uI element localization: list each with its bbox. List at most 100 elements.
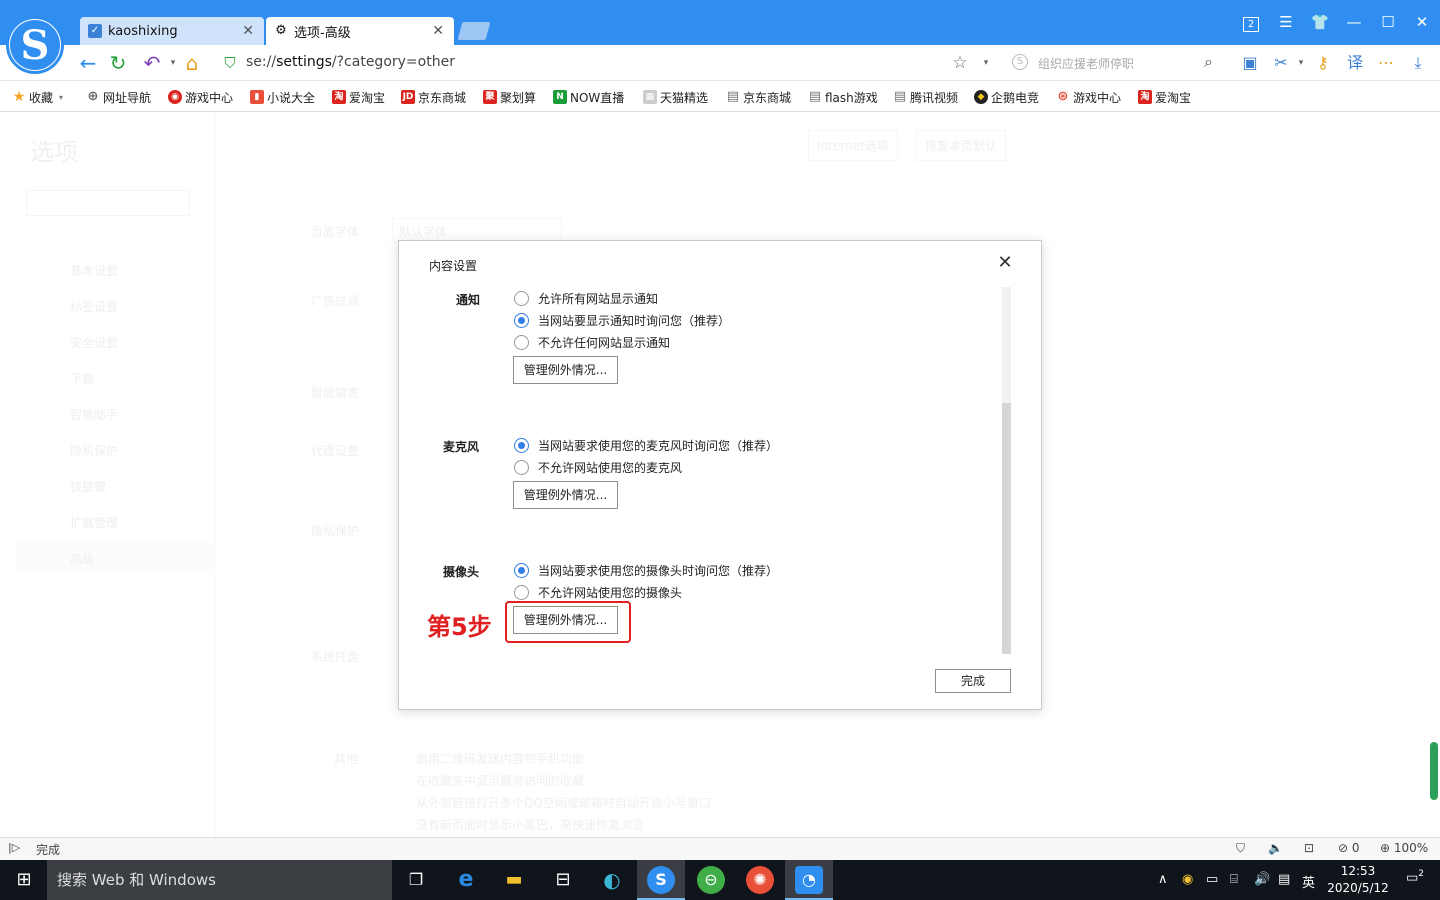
menu-icon[interactable]: ☰ [1274,10,1298,34]
search-input[interactable]: S 组织应援老师停职 ⌕ [1010,52,1224,74]
chevron-down-icon[interactable]: ▾ [974,51,998,75]
color-wheel-app-icon[interactable]: ✺ [746,866,774,894]
bookmark-item[interactable]: ▦ 天猫精选 [643,88,708,106]
message-icon[interactable]: ▤ [1278,872,1290,887]
radio-camera-ask[interactable]: 当网站要求使用您的摄像头时询问您（推荐） [514,561,778,579]
notification-count: 2 [1418,869,1425,879]
bookmark-item[interactable]: ◆ 企鹅电竞 [974,88,1039,106]
more-icon[interactable]: ⋯ [1376,53,1396,73]
sogou-browser-icon[interactable]: S [647,866,675,894]
volume-icon[interactable]: 🔊 [1254,872,1270,887]
radio-camera-block[interactable]: 不允许网站使用您的摄像头 [514,583,682,601]
bookmark-favorites[interactable]: ★ 收藏 ▾ [12,88,63,106]
radio-mic-block[interactable]: 不允许网站使用您的麦克风 [514,458,682,476]
tab-label: kaoshixing [108,23,178,39]
star-icon[interactable]: ☆ [948,51,972,75]
now-icon: N [553,90,567,104]
translate-icon[interactable]: 译 [1345,53,1365,73]
new-tab-button[interactable] [457,22,491,40]
bookmark-item[interactable]: 淘 爱淘宝 [332,88,385,106]
lock-icon[interactable]: ⊡ [1304,841,1314,855]
bookmark-item[interactable]: 淘 爱淘宝 [1138,88,1191,106]
tray-app-icon[interactable]: ◉ [1182,872,1193,887]
windows-start-icon[interactable]: ⊞ [10,866,38,894]
bookmark-item[interactable]: JD 京东商城 [401,88,466,106]
security-shield-icon[interactable]: ⛉ [218,51,242,75]
ie-edge-icon[interactable]: e [452,866,480,894]
gear-icon: ⚙ [275,23,287,38]
screenshot-scissors-icon[interactable]: ✂ [1271,53,1291,73]
chevron-up-icon[interactable]: ∧ [1158,872,1168,887]
notification-center-icon[interactable]: ▭2 [1406,869,1424,885]
radio-notify-block[interactable]: 不允许任何网站显示通知 [514,333,670,351]
task-view-icon[interactable]: ❐ [402,866,430,894]
bookmark-label: 企鹅电竞 [991,90,1040,105]
green-app-icon[interactable]: ⊖ [697,866,725,894]
radio-mic-ask[interactable]: 当网站要求使用您的麦克风时询问您（推荐） [514,436,778,454]
page-scrollbar[interactable] [1430,742,1438,800]
bookmark-item[interactable]: ▤ 腾讯视频 [893,88,958,106]
manage-exceptions-notifications-button[interactable]: 管理例外情况... [513,356,618,384]
edge-icon[interactable]: ◐ [598,866,626,894]
bookmarks-bar: ★ 收藏 ▾ ⊕ 网址导航 ◉ 游戏中心 ▮ 小说大全 淘 爱淘宝 JD 京东商… [0,81,1440,112]
bookmark-item[interactable]: ⊛ 游戏中心 [1056,88,1121,106]
back-arrow-icon[interactable]: ← [76,51,100,75]
maximize-icon[interactable]: ☐ [1376,10,1400,34]
close-tab-icon[interactable]: ✕ [242,23,254,39]
ime-indicator[interactable]: 英 [1302,872,1315,891]
bookmark-item[interactable]: 聚 聚划算 [483,88,536,106]
dialog-scrollbar-thumb[interactable] [1002,403,1011,654]
radio-notify-allow[interactable]: 允许所有网站显示通知 [514,289,658,307]
minimize-icon[interactable]: — [1342,10,1366,34]
file-explorer-icon[interactable]: ▬ [500,866,528,894]
zoom-level[interactable]: ⊕ 100% [1380,841,1428,855]
radio-button-selected[interactable] [514,312,529,328]
sidebar-toggle-icon[interactable]: |▷ [8,841,20,854]
bookmark-item[interactable]: ⊕ 网址导航 [86,88,151,106]
bookmark-item[interactable]: ▤ flash游戏 [808,88,878,106]
radio-button[interactable] [514,459,529,475]
sogou-browser-logo[interactable]: S [6,16,64,74]
store-icon[interactable]: ⊟ [549,866,577,894]
bookmark-item[interactable]: ▮ 小说大全 [250,88,315,106]
taskbar-search-input[interactable]: 搜索 Web 和 Windows [47,860,392,900]
radio-button[interactable] [514,334,529,350]
radio-button-selected[interactable] [514,562,529,578]
skin-icon[interactable]: 👕 [1308,10,1332,34]
bookmark-label: 京东商城 [743,90,792,105]
extension-icon[interactable]: ▣ [1240,53,1260,73]
radio-button[interactable] [514,584,529,600]
tab-settings-advanced[interactable]: ⚙ 选项-高级 ✕ [266,17,454,45]
network-icon[interactable]: ⌸ [1230,872,1238,887]
window-count-icon[interactable]: 2 [1239,10,1263,34]
battery-icon[interactable]: ▭ [1206,872,1218,887]
radio-notify-ask[interactable]: 当网站要显示通知时询问您（推荐） [514,311,730,329]
radio-label: 不允许网站使用您的摄像头 [538,585,683,600]
bookmark-item[interactable]: N NOW直播 [553,88,624,106]
chevron-down-icon[interactable]: ▾ [1291,53,1311,73]
download-icon[interactable]: ⤓ [1408,53,1428,73]
tab-kaoshixing[interactable]: ✓ kaoshixing ✕ [80,17,264,45]
refresh-icon[interactable]: ↻ [106,51,130,75]
radio-button-selected[interactable] [514,437,529,453]
home-icon[interactable]: ⌂ [180,51,204,75]
windows-taskbar: ⊞ 搜索 Web 和 Windows ❐ e ▬ ⊟ ◐ S ⊖ ✺ ◔ ∧ ◉… [0,860,1440,900]
content-settings-dialog: 内容设置 ✕ 通知 允许所有网站显示通知 当网站要显示通知时询问您（推荐） 不允… [398,240,1042,710]
bookmark-item[interactable]: ▤ 京东商城 [726,88,791,106]
close-window-icon[interactable]: ✕ [1410,10,1434,34]
chat-app-icon[interactable]: ◔ [795,866,823,894]
search-icon[interactable]: ⌕ [1204,52,1213,72]
bookmark-label: flash游戏 [825,90,878,105]
manage-exceptions-microphone-button[interactable]: 管理例外情况... [513,481,618,509]
close-icon[interactable]: ✕ [995,253,1015,273]
radio-button[interactable] [514,290,529,306]
bookmark-item[interactable]: ◉ 游戏中心 [168,88,233,106]
shield-icon[interactable]: ⛉ [1236,841,1245,856]
close-tab-icon[interactable]: ✕ [432,23,444,39]
system-clock[interactable]: 12:53 2020/5/12 [1326,863,1390,897]
done-button[interactable]: 完成 [935,669,1011,693]
key-icon[interactable]: ⚷ [1313,53,1333,73]
volume-icon[interactable]: 🔈 [1268,841,1283,855]
ad-block-counter[interactable]: ⊘ 0 [1338,841,1360,855]
url-field[interactable]: se://settings/?category=other [246,54,455,70]
